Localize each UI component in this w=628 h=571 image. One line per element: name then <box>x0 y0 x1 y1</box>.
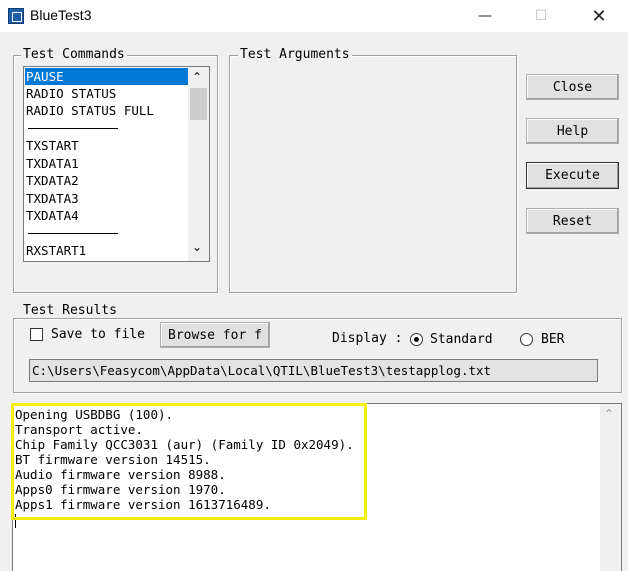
execute-button[interactable]: Execute <box>526 162 619 189</box>
test-arguments-group <box>229 55 517 293</box>
output-scrollbar[interactable] <box>600 404 621 571</box>
list-separator <box>28 128 118 129</box>
list-item-rxstart1[interactable]: RXSTART1 <box>26 242 86 259</box>
maximize-icon: ☐ <box>534 8 548 24</box>
test-arguments-label: Test Arguments <box>238 47 352 62</box>
maximize-button[interactable]: ☐ <box>518 0 564 32</box>
output-scroll-up-icon[interactable]: ⌃ <box>604 407 614 421</box>
close-window-button[interactable]: ✕ <box>576 0 622 32</box>
list-item-radio-status[interactable]: RADIO STATUS <box>26 85 116 102</box>
help-button[interactable]: Help <box>526 118 619 144</box>
list-item-radio-status-full[interactable]: RADIO STATUS FULL <box>26 102 154 119</box>
highlight-annotation <box>11 403 367 520</box>
scroll-up-icon[interactable]: ⌃ <box>192 70 202 84</box>
minimize-icon: — <box>478 8 492 24</box>
scroll-down-icon[interactable]: ⌄ <box>192 240 202 254</box>
list-item-txstart[interactable]: TXSTART <box>26 137 79 154</box>
close-icon: ✕ <box>591 5 607 27</box>
radio-standard-label: Standard <box>430 332 493 347</box>
radio-standard[interactable] <box>410 333 423 346</box>
test-commands-list[interactable]: PAUSE RADIO STATUS RADIO STATUS FULL TXS… <box>23 66 210 262</box>
radio-ber[interactable] <box>520 333 533 346</box>
test-results-label: Test Results <box>21 303 119 318</box>
list-item-pause[interactable]: PAUSE <box>25 68 191 85</box>
list-separator <box>28 233 118 234</box>
close-button[interactable]: Close <box>526 74 619 100</box>
list-item-txdata4[interactable]: TXDATA4 <box>26 207 79 224</box>
window-title: BlueTest3 <box>30 7 92 23</box>
minimize-button[interactable]: — <box>462 0 508 32</box>
radio-selected-dot <box>414 337 419 342</box>
save-to-file-checkbox[interactable] <box>30 328 43 341</box>
test-commands-label: Test Commands <box>21 47 127 62</box>
list-item-txdata1[interactable]: TXDATA1 <box>26 155 79 172</box>
browse-button[interactable]: Browse for f <box>160 322 270 348</box>
app-icon <box>8 8 24 24</box>
display-label: Display : <box>332 331 403 346</box>
radio-ber-label: BER <box>541 332 565 347</box>
list-item-txdata3[interactable]: TXDATA3 <box>26 190 79 207</box>
list-item-txdata2[interactable]: TXDATA2 <box>26 172 79 189</box>
commands-scroll-thumb[interactable] <box>190 88 207 120</box>
log-path-field[interactable]: C:\Users\Feasycom\AppData\Local\QTIL\Blu… <box>29 359 598 382</box>
save-to-file-label: Save to file <box>51 327 145 342</box>
reset-button[interactable]: Reset <box>526 208 619 234</box>
